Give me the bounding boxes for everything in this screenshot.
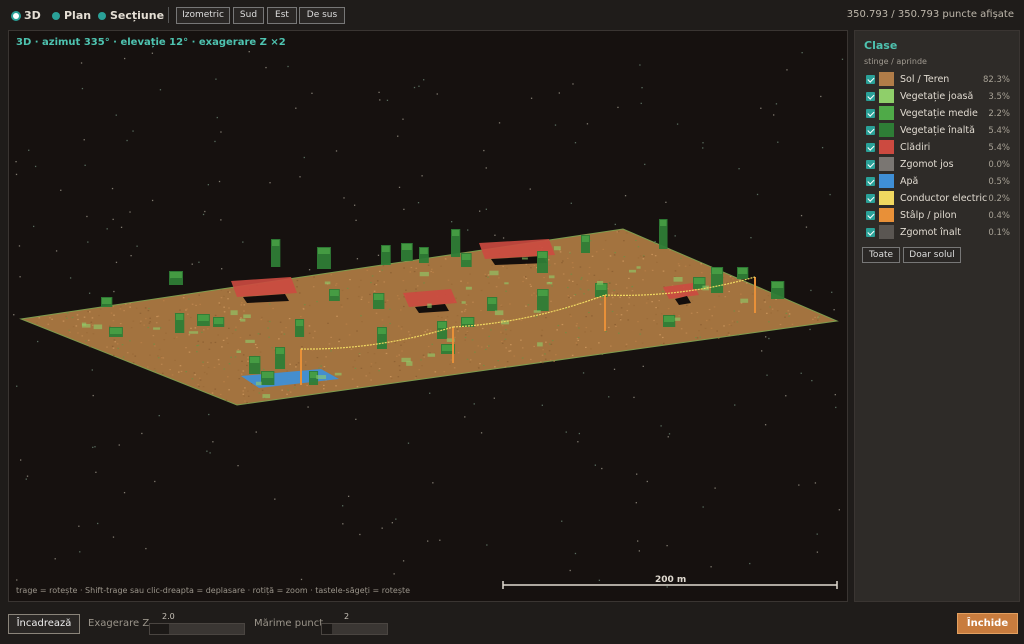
panel-title: Clase [864,39,898,52]
checkbox-icon[interactable] [866,143,875,152]
class-row[interactable]: Clădiri 5.4% [855,139,1021,156]
class-percent: 0.0% [988,160,1010,170]
all-classes-button[interactable]: Toate [862,247,900,263]
toolbar-divider [168,7,169,23]
class-label: Zgomot înalt [900,227,962,238]
terrain-surface [19,228,839,406]
radio-icon [13,12,19,19]
class-color-swatch [879,106,894,120]
mode-plan-label: Plan [64,9,92,22]
class-percent: 2.2% [988,109,1010,119]
checkbox-icon[interactable] [866,211,875,220]
class-row[interactable]: Vegetație joasă 3.5% [855,88,1021,105]
point-cloud-viewport[interactable]: 3D · azimut 335° · elevație 12° · exager… [8,30,848,602]
point-size-label: Mărime punct [254,618,324,629]
class-row[interactable]: Stâlp / pilon 0.4% [855,207,1021,224]
class-label: Apă [900,176,919,187]
slider-fill [322,624,332,634]
view-isometric-button[interactable]: Izometric [176,7,230,24]
class-color-swatch [879,89,894,103]
checkbox-icon[interactable] [866,228,875,237]
z-exaggeration-value: 2.0 [162,612,175,621]
class-row[interactable]: Conductor electric 0.2% [855,190,1021,207]
view-east-button[interactable]: Est [267,7,297,24]
scale-label: 200 m [655,575,687,585]
class-percent: 0.5% [988,177,1010,187]
view-south-button[interactable]: Sud [233,7,264,24]
class-percent: 3.5% [988,92,1010,102]
class-percent: 0.1% [988,228,1010,238]
mode-3d-label: 3D [24,9,41,22]
class-label: Clădiri [900,142,931,153]
class-percent: 0.4% [988,211,1010,221]
view-top-button[interactable]: De sus [299,7,345,24]
class-color-swatch [879,225,894,239]
classes-panel: Clase stinge / aprinde Sol / Teren 82.3% V… [854,30,1020,602]
panel-subtitle: stinge / aprinde [864,57,927,66]
class-color-swatch [879,208,894,222]
mode-section[interactable]: Secțiune [99,9,164,22]
class-percent: 82.3% [982,75,1010,85]
mode-plan[interactable]: Plan [53,9,91,22]
class-color-swatch [879,174,894,188]
viewport-title: 3D · azimut 335° · elevație 12° · exager… [16,37,286,48]
radio-icon [53,12,59,19]
point-cloud-canvas[interactable] [9,31,847,601]
class-color-swatch [879,123,894,137]
top-toolbar: 3D Plan Secțiune Izometric Sud Est De su… [0,0,1024,30]
class-percent: 5.4% [988,126,1010,136]
class-label: Vegetație joasă [900,91,974,102]
ground-only-button[interactable]: Doar solul [903,247,961,263]
class-label: Vegetație medie [900,108,978,119]
class-color-swatch [879,157,894,171]
viewport-hint: trage = rotește · Shift-trage sau clic-d… [16,586,411,595]
checkbox-icon[interactable] [866,75,875,84]
close-button[interactable]: Închide [957,613,1018,634]
class-label: Vegetație înaltă [900,125,975,136]
point-count: 350.793 / 350.793 puncte afișate [846,9,1014,20]
class-label: Stâlp / pilon [900,210,957,221]
class-row[interactable]: Vegetație înaltă 5.4% [855,122,1021,139]
radio-icon [99,12,105,19]
fit-view-button[interactable]: Încadrează [8,614,80,634]
class-percent: 0.2% [988,194,1010,204]
class-percent: 5.4% [988,143,1010,153]
z-exaggeration-label: Exagerare Z [88,618,150,629]
mode-3d[interactable]: 3D [13,9,41,22]
class-row[interactable]: Sol / Teren 82.3% [855,71,1021,88]
class-row[interactable]: Vegetație medie 2.2% [855,105,1021,122]
class-row[interactable]: Zgomot înalt 0.1% [855,224,1021,241]
checkbox-icon[interactable] [866,194,875,203]
checkbox-icon[interactable] [866,126,875,135]
z-exaggeration-slider[interactable] [149,623,245,635]
class-row[interactable]: Zgomot jos 0.0% [855,156,1021,173]
slider-fill [150,624,169,634]
checkbox-icon[interactable] [866,177,875,186]
class-label: Sol / Teren [900,74,950,85]
class-label: Zgomot jos [900,159,954,170]
class-label: Conductor electric [900,193,988,204]
mode-section-label: Secțiune [110,9,165,22]
checkbox-icon[interactable] [866,92,875,101]
class-color-swatch [879,140,894,154]
class-color-swatch [879,191,894,205]
class-row[interactable]: Apă 0.5% [855,173,1021,190]
checkbox-icon[interactable] [866,160,875,169]
class-color-swatch [879,72,894,86]
point-size-slider[interactable] [321,623,388,635]
checkbox-icon[interactable] [866,109,875,118]
point-size-value: 2 [344,612,350,621]
